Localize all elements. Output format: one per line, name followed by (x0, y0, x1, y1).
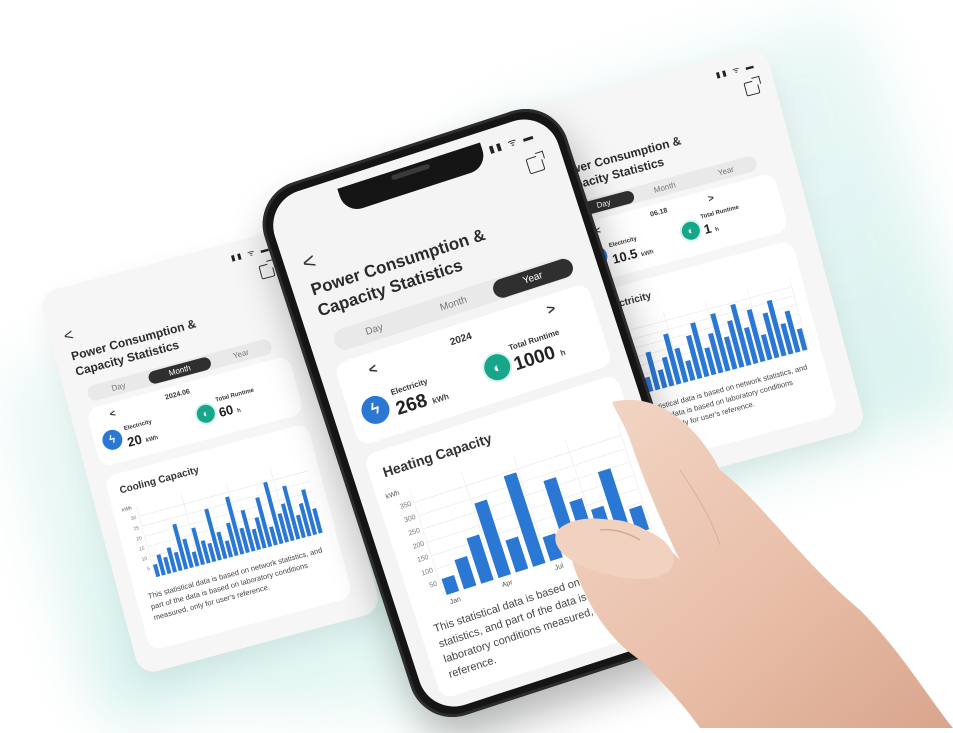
runtime-icon: ◐ (192, 400, 220, 428)
x-tick-label: Apr (501, 579, 514, 589)
y-tick-label: 50 (429, 580, 439, 589)
x-tick-label: Jan (449, 596, 462, 606)
runtime-icon: ◐ (677, 217, 705, 245)
period-label: 2024 (448, 330, 474, 349)
runtime-icon: ◐ (478, 348, 517, 387)
y-tick-label: 200 (412, 541, 425, 551)
y-tick-label: 250 (408, 527, 421, 537)
y-tick-label: 25 (133, 525, 140, 532)
next-period-icon[interactable]: > (545, 300, 558, 318)
back-arrow-icon[interactable]: < (62, 327, 76, 347)
status-bar: ▮▮ ᯤ ▬ (487, 130, 537, 156)
period-label: 06.18 (649, 207, 669, 219)
x-tick-label: Jul (554, 563, 565, 573)
y-tick-label: 20 (136, 535, 143, 542)
phone-notch (337, 142, 489, 214)
y-tick-label: 350 (399, 501, 412, 511)
y-tick-label: 150 (416, 554, 429, 564)
lightning-icon: ϟ (357, 392, 394, 428)
prev-period-icon[interactable]: < (108, 408, 116, 420)
share-icon[interactable] (525, 154, 546, 175)
status-bar: ▮▮ ᯤ ▬ (714, 60, 757, 80)
runtime-value: 1 h (702, 220, 720, 238)
bar (542, 533, 563, 562)
next-period-icon[interactable]: > (707, 193, 715, 205)
y-tick-label: 5 (147, 566, 151, 573)
bar (441, 574, 460, 595)
y-tick-label: 300 (403, 514, 416, 524)
period-label: 2024.06 (164, 388, 191, 402)
y-axis-unit: kWh (121, 505, 132, 513)
status-bar: ▮▮ ᯤ ▬ (229, 243, 272, 263)
runtime-value: 60 h (217, 401, 242, 421)
runtime-label: Total Runtime (700, 204, 740, 221)
y-tick-label: 15 (138, 546, 145, 553)
back-arrow-icon[interactable]: < (299, 248, 319, 277)
bar (628, 505, 650, 534)
y-tick-label: 100 (421, 567, 434, 577)
bar (454, 556, 477, 590)
share-icon[interactable] (743, 79, 761, 97)
prev-period-icon[interactable]: < (366, 360, 379, 378)
lightning-icon: ϟ (100, 427, 125, 453)
y-axis-unit: kWh (385, 490, 401, 501)
y-tick-label: 10 (141, 556, 148, 563)
y-tick-label: 30 (130, 515, 137, 522)
chart-card: Cooling Capacity 5 10 15 20 25 30 kWh This sta… (103, 422, 354, 652)
x-tick-label: Oct (605, 545, 618, 555)
